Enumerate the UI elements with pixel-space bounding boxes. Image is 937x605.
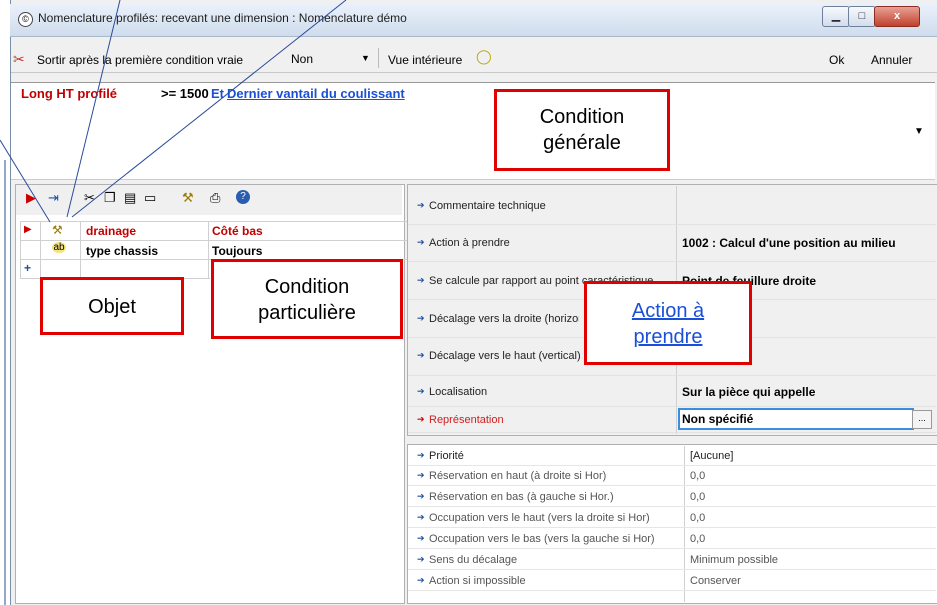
callout-general-condition: Condition générale [494, 89, 670, 171]
callout-line: particulière [258, 302, 356, 324]
callout-line: Condition [264, 276, 350, 298]
callout-object: Objet [40, 277, 184, 335]
callout-line: Objet [88, 296, 136, 318]
callout-action: Action à prendre [584, 281, 752, 365]
pointer-line [0, 139, 51, 223]
callout-specific-condition: Condition particulière [211, 259, 403, 339]
callout-line: générale [543, 132, 621, 154]
pointer-line [66, 0, 121, 218]
callout-line: Condition [539, 106, 625, 128]
pointer-line [71, 0, 347, 218]
callout-line: Action à [631, 300, 705, 322]
callout-line: prendre [633, 326, 703, 348]
